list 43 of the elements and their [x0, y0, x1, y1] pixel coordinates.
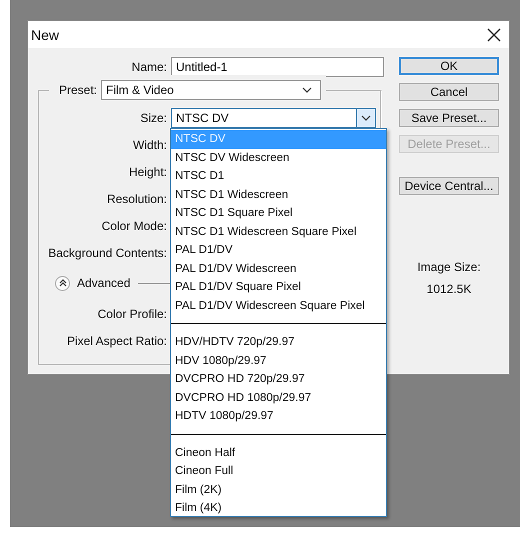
- dropdown-option[interactable]: NTSC D1 Widescreen: [171, 186, 386, 204]
- size-dropdown[interactable]: NTSC DV: [171, 108, 376, 128]
- dropdown-option[interactable]: DVCPRO HD 1080p/29.97: [171, 388, 386, 407]
- chevron-down-icon: [361, 114, 371, 120]
- dropdown-option[interactable]: NTSC D1: [171, 167, 386, 186]
- dialog-button[interactable]: Device Central...: [399, 177, 499, 195]
- field-label: Background Contents:: [47, 246, 167, 260]
- dialog-button[interactable]: OK: [399, 57, 499, 75]
- dropdown-option[interactable]: HDV 1080p/29.97: [171, 352, 386, 370]
- field-label: Name:: [130, 60, 167, 74]
- dialog-button[interactable]: Save Preset...: [399, 109, 499, 127]
- dropdown-option[interactable]: Cineon Half: [171, 444, 386, 462]
- close-button[interactable]: [487, 28, 501, 42]
- chevron-down-icon: [302, 87, 312, 93]
- section-label: Advanced: [77, 276, 130, 290]
- dropdown-option[interactable]: Film (2K): [171, 480, 386, 499]
- dropdown-option[interactable]: Cineon Full: [171, 462, 386, 480]
- field-label: Color Mode:: [100, 218, 167, 232]
- field-label: Size:: [139, 110, 167, 124]
- name-field[interactable]: Untitled-1: [171, 57, 384, 77]
- dialog-button[interactable]: Cancel: [399, 83, 499, 101]
- dropdown-option[interactable]: DVCPRO HD 720p/29.97: [171, 370, 386, 388]
- dropdown-option[interactable]: PAL D1/DV Widescreen: [171, 260, 386, 278]
- window-title: New: [31, 26, 60, 42]
- field-label: Width:: [132, 138, 167, 152]
- dropdown-option[interactable]: Film (4K): [171, 499, 386, 518]
- dropdown-option[interactable]: NTSC D1 Square Pixel: [171, 204, 386, 222]
- dropdown-option[interactable]: PAL D1/DV Widescreen Square Pixel: [171, 296, 386, 315]
- chevron-up-icon: [58, 279, 66, 287]
- field-label: Pixel Aspect Ratio:: [66, 334, 167, 348]
- field-label: Height:: [128, 164, 167, 178]
- dropdown-option[interactable]: HDTV 1080p/29.97: [171, 407, 386, 426]
- close-icon: [487, 28, 501, 42]
- dropdown-option[interactable]: PAL D1/DV Square Pixel: [171, 278, 386, 296]
- dropdown-option[interactable]: HDV/HDTV 720p/29.97: [171, 333, 386, 352]
- field-label: Resolution:: [106, 192, 167, 206]
- dropdown-option[interactable]: NTSC D1 Widescreen Square Pixel: [171, 222, 386, 241]
- image-size-label: Image Size:: [417, 260, 481, 274]
- field-label: Color Profile:: [96, 306, 167, 320]
- collapse-button[interactable]: [55, 276, 70, 290]
- dropdown-option[interactable]: NTSC DV Widescreen: [171, 148, 386, 167]
- image-size-value: 1012.5K: [426, 282, 472, 296]
- dropdown-option[interactable]: PAL D1/DV: [171, 241, 386, 260]
